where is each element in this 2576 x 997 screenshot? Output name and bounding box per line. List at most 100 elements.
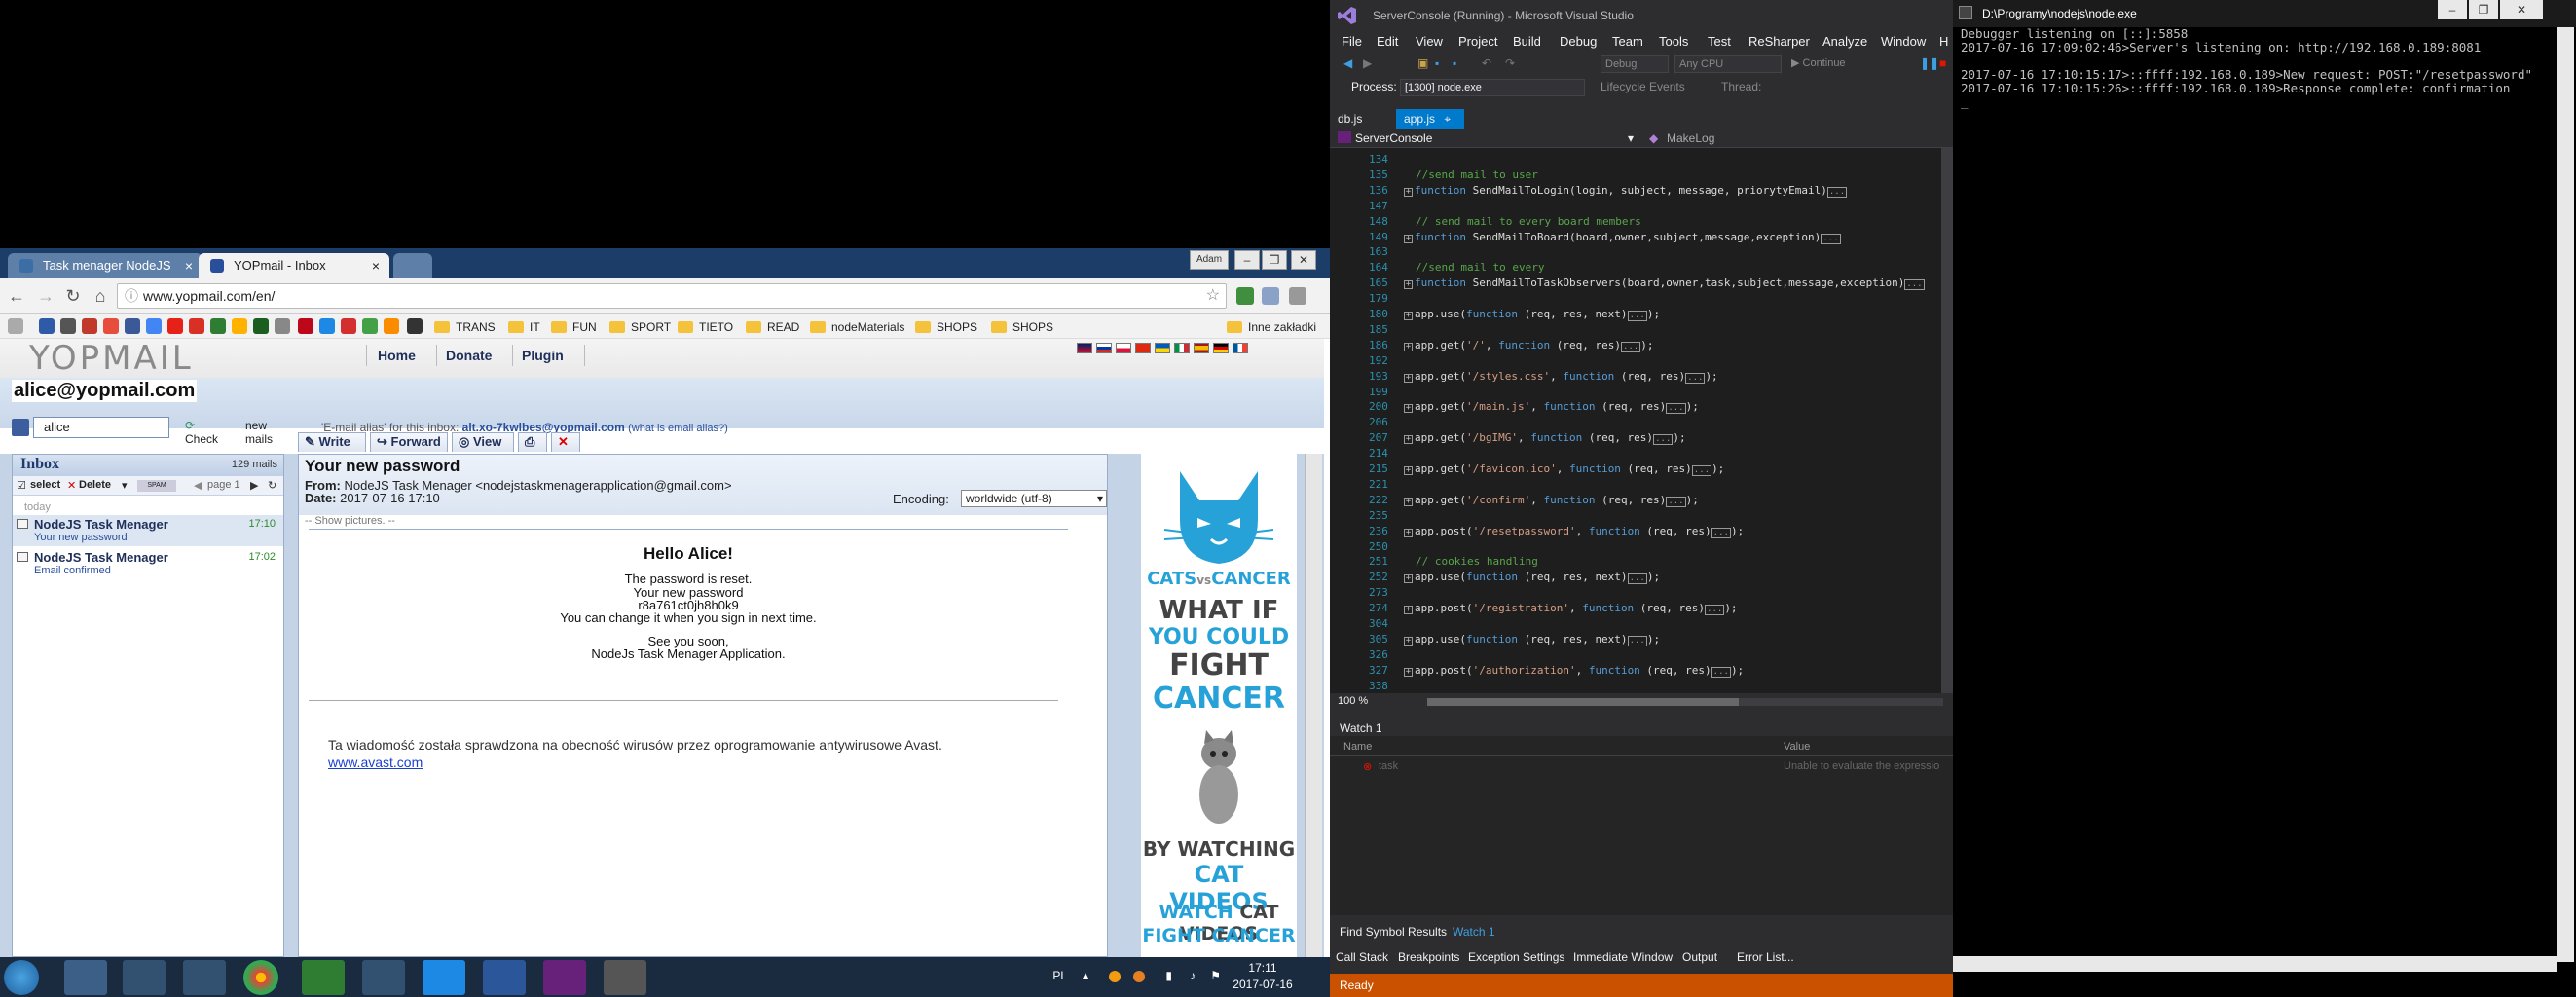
address-bar[interactable]: ⓘ www.yopmail.com/en/ ☆ xyxy=(117,283,1227,309)
tab-immediate-window[interactable]: Immediate Window xyxy=(1573,950,1673,964)
other-bookmarks[interactable]: Inne zakładki xyxy=(1227,319,1316,335)
fold-toggle-icon[interactable]: + xyxy=(1404,342,1413,351)
dropdown-icon[interactable]: ▾ xyxy=(122,479,128,492)
mail-list-item[interactable]: NodeJS Task Menager Your new password 17… xyxy=(13,515,283,546)
bookmark-icon[interactable] xyxy=(103,318,119,334)
flag-de-icon[interactable] xyxy=(1213,343,1229,353)
fold-toggle-icon[interactable]: + xyxy=(1404,528,1413,537)
select-label[interactable]: select xyxy=(30,479,60,491)
bookmark-folder[interactable]: SPORT xyxy=(609,319,671,335)
new-tab-button[interactable] xyxy=(393,253,432,278)
bookmark-icon[interactable] xyxy=(82,318,97,334)
avast-link[interactable]: www.avast.com xyxy=(328,755,423,770)
delete-menu[interactable]: Delete xyxy=(79,479,111,491)
bookmark-icon[interactable] xyxy=(319,318,335,334)
collapsed-block-icon[interactable]: ... xyxy=(1627,311,1647,321)
bookmark-icon[interactable] xyxy=(362,318,378,334)
yopmail-logo[interactable]: YOPMAIL xyxy=(29,339,194,378)
clock-date[interactable]: 2017-07-16 xyxy=(1229,978,1297,991)
tab-app-js[interactable]: app.js ⌖ ✕ xyxy=(1396,109,1464,145)
code-editor[interactable]: 134 135//send mail to user 136 + function Se… xyxy=(1330,148,1953,693)
taskbar-app-icon[interactable] xyxy=(302,960,345,995)
console-horizontal-scrollbar[interactable] xyxy=(1953,956,2557,972)
fold-toggle-icon[interactable]: + xyxy=(1404,280,1413,290)
flag-pl-icon[interactable] xyxy=(1116,343,1131,353)
clock-time[interactable]: 17:11 xyxy=(1229,961,1297,975)
save-all-icon[interactable]: ▪ xyxy=(1453,56,1456,70)
tab-db-js[interactable]: db.js xyxy=(1330,109,1370,129)
fold-toggle-icon[interactable]: + xyxy=(1404,606,1413,615)
home-icon[interactable]: ⌂ xyxy=(90,285,111,307)
facebook-icon[interactable] xyxy=(125,318,140,334)
platform-select[interactable]: Any CPU xyxy=(1674,55,1782,73)
tray-expand-icon[interactable]: ▲ xyxy=(1080,969,1091,982)
menu-test[interactable]: Test xyxy=(1708,34,1731,49)
menu-analyze[interactable]: Analyze xyxy=(1822,34,1867,49)
close-window-icon[interactable]: ✕ xyxy=(1291,250,1316,270)
close-icon[interactable]: × xyxy=(185,253,193,278)
undo-icon[interactable]: ↶ xyxy=(1482,56,1491,70)
watch-row[interactable]: ⊗ task Unable to evaluate the expressio xyxy=(1330,759,1953,775)
bookmark-folder[interactable]: FUN xyxy=(551,319,597,335)
explorer-taskbar-icon[interactable] xyxy=(64,960,107,995)
bookmark-icon[interactable] xyxy=(275,318,290,334)
word-taskbar-icon[interactable] xyxy=(483,960,526,995)
collapsed-block-icon[interactable]: ... xyxy=(1705,605,1725,616)
bookmark-icon[interactable] xyxy=(384,318,399,334)
chevron-down-icon[interactable]: ▾ xyxy=(1628,131,1634,145)
bookmark-folder[interactable]: nodeMaterials xyxy=(810,319,904,335)
tab-yopmail[interactable]: YOPmail - Inbox × xyxy=(199,253,389,278)
zoom-level[interactable]: 100 % xyxy=(1338,695,1368,707)
extension-icon[interactable] xyxy=(1262,287,1279,305)
fold-toggle-icon[interactable]: + xyxy=(1404,497,1413,506)
fold-toggle-icon[interactable]: + xyxy=(1404,636,1413,646)
tray-icon[interactable] xyxy=(1133,971,1145,982)
tab-watch-1[interactable]: Watch 1 xyxy=(1453,925,1495,939)
bookmark-folder[interactable]: READ xyxy=(746,319,799,335)
menu-debug[interactable]: Debug xyxy=(1560,34,1597,49)
restore-icon[interactable]: ❐ xyxy=(2469,0,2498,19)
google-icon[interactable] xyxy=(146,318,162,334)
taskbar-app-icon[interactable] xyxy=(183,960,226,995)
back-icon[interactable]: ◀ xyxy=(1343,56,1352,70)
fold-toggle-icon[interactable]: + xyxy=(1404,574,1413,584)
menu-window[interactable]: Window xyxy=(1881,34,1926,49)
tab-breakpoints[interactable]: Breakpoints xyxy=(1398,950,1459,964)
collapsed-block-icon[interactable]: ... xyxy=(1691,465,1712,476)
bookmark-folder[interactable]: SHOPS xyxy=(915,319,977,335)
fold-toggle-icon[interactable]: + xyxy=(1404,435,1413,445)
page-scrollbar[interactable] xyxy=(1305,454,1322,957)
bookmark-folder[interactable]: TRANS xyxy=(434,319,496,335)
bookmark-icon[interactable] xyxy=(39,318,55,334)
redo-icon[interactable]: ↷ xyxy=(1505,56,1515,70)
fold-toggle-icon[interactable]: + xyxy=(1404,466,1413,475)
collapsed-block-icon[interactable]: ... xyxy=(1620,341,1641,352)
start-button[interactable] xyxy=(4,960,39,995)
menu-file[interactable]: File xyxy=(1342,34,1362,49)
alias-help-link[interactable]: (what is email alias?) xyxy=(628,423,728,434)
tray-icon[interactable] xyxy=(1109,971,1121,982)
back-icon[interactable]: ← xyxy=(6,285,27,307)
menu-resharper[interactable]: ReSharper xyxy=(1748,34,1810,49)
tab-find-symbol[interactable]: Find Symbol Results xyxy=(1340,925,1447,939)
taskbar-app-icon[interactable] xyxy=(362,960,405,995)
view-button[interactable]: ◎ View xyxy=(452,432,514,452)
collapsed-block-icon[interactable]: ... xyxy=(1821,233,1841,244)
close-icon[interactable]: × xyxy=(372,253,380,278)
select-all-checkbox[interactable]: ☑ xyxy=(17,479,26,492)
fold-toggle-icon[interactable]: + xyxy=(1404,187,1413,197)
flag-icon[interactable]: ⚑ xyxy=(1210,969,1221,982)
collapsed-block-icon[interactable]: ... xyxy=(1685,372,1706,384)
flag-es-icon[interactable] xyxy=(1194,343,1209,353)
youtube-icon[interactable] xyxy=(167,318,183,334)
show-pictures-link[interactable]: -- Show pictures. -- xyxy=(305,515,395,527)
collapsed-block-icon[interactable]: ... xyxy=(1653,434,1674,446)
horizontal-scrollbar[interactable] xyxy=(1427,698,1943,706)
visual-studio-taskbar-icon[interactable] xyxy=(543,960,586,995)
project-dropdown[interactable]: ServerConsole xyxy=(1355,131,1432,145)
flag-ua-icon[interactable] xyxy=(1155,343,1170,353)
fold-toggle-icon[interactable]: + xyxy=(1404,312,1413,320)
write-button[interactable]: ✎ Write xyxy=(298,432,366,452)
lifecycle-events[interactable]: Lifecycle Events xyxy=(1601,80,1685,93)
collapsed-block-icon[interactable]: ... xyxy=(1904,279,1925,291)
